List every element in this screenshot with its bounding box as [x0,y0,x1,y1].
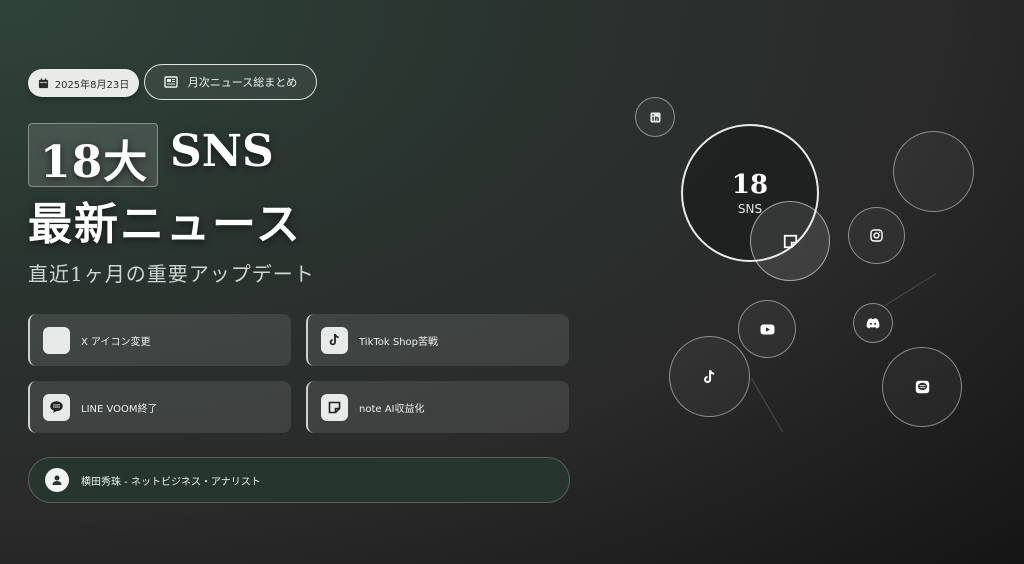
card-x: X アイコン変更 [28,314,291,366]
connector-line [751,378,783,433]
connector-line [885,273,937,306]
bubble-empty [893,131,974,212]
news-pill: 月次ニュース総まとめ [144,64,317,100]
discord-icon [866,317,880,329]
card-note: note AI収益化 [306,381,569,433]
card-tiktok: TikTok Shop苦戦 [306,314,569,366]
date-text: 2025年8月23日 [54,79,130,91]
calendar-icon [38,77,49,89]
bubble-instagram [848,207,905,264]
instagram-icon [870,229,883,242]
user-icon [45,468,69,492]
subtitle: 直近1ヶ月の重要アップデート [28,262,315,286]
card-label: X アイコン変更 [81,336,151,348]
author-text: 横田秀珠 - ネットビジネス・アナリスト [81,476,261,488]
tiktok-icon [702,369,717,385]
card-line: LINE VOOM終了 [28,381,291,433]
date-pill: 2025年8月23日 [28,69,139,97]
x-icon [43,326,70,354]
note-icon [321,393,348,421]
bubble-main-label: SNS [737,202,763,216]
headline-number: 18大 [40,137,149,188]
line-icon [915,380,930,394]
linkedin-icon [649,111,661,123]
bubble-tiktok [669,336,750,417]
bubble-line [882,347,962,427]
note-icon [783,234,798,249]
card-label: TikTok Shop苦戦 [359,336,439,348]
author-bar: 横田秀珠 - ネットビジネス・アナリスト [28,457,570,503]
bubble-youtube [738,300,796,358]
tiktok-icon [321,326,348,354]
headline-sns: SNS [170,126,274,177]
card-label: note AI収益化 [359,403,425,415]
bubble-note [750,201,830,281]
newspaper-icon [164,76,178,88]
line-icon [43,393,70,421]
headline-line2: 最新ニュース [28,199,302,250]
news-label: 月次ニュース総まとめ [187,76,298,89]
bubble-main-number: 18 [731,170,769,200]
slide: 2025年8月23日 月次ニュース総まとめ 18大 SNS 最新ニュース 直近1… [0,0,1024,564]
card-label: LINE VOOM終了 [81,403,158,415]
bubble-discord [853,303,893,343]
bubble-linkedin [635,97,675,137]
youtube-icon [760,324,775,335]
